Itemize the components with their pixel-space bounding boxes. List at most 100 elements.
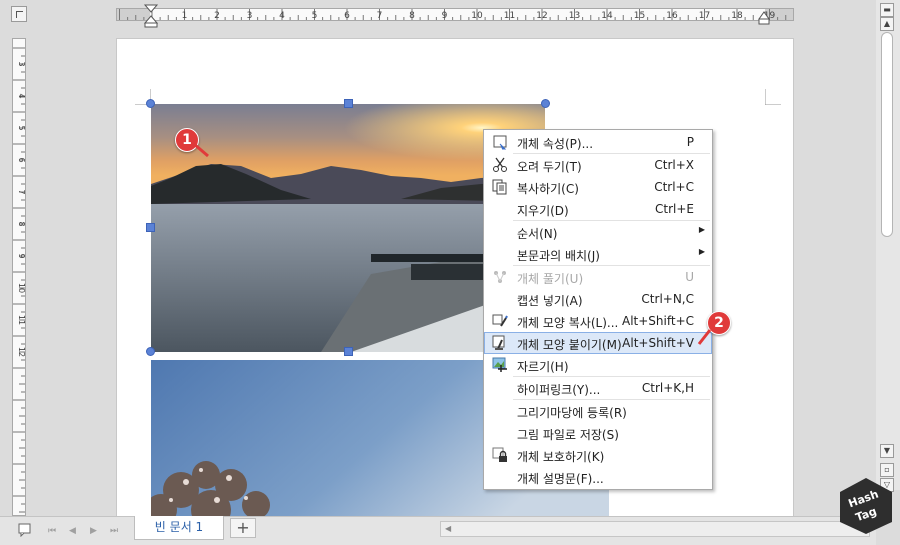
menu-item-protect[interactable]: 개체 보호하기(K)	[484, 444, 712, 466]
menu-item-cut[interactable]: 오려 두기(T) Ctrl+X	[484, 154, 712, 176]
menu-item-shortcut: Ctrl+K,H	[641, 381, 694, 395]
scroll-thumb[interactable]	[881, 32, 893, 237]
crop-icon	[492, 357, 507, 372]
ruler-corner-button[interactable]	[11, 6, 27, 22]
tab-document[interactable]: 빈 문서 1	[134, 516, 224, 540]
ruler-number: 8	[409, 11, 415, 20]
copy-format-icon	[492, 314, 508, 327]
menu-item-copy[interactable]: 복사하기(C) Ctrl+C	[484, 176, 712, 198]
ruler-number: 14	[601, 11, 613, 20]
prev-tab-icon[interactable]: ◀	[69, 526, 76, 536]
resize-handle-top[interactable]	[344, 99, 353, 108]
ruler-number: 11	[504, 11, 515, 20]
menu-item-caption[interactable]: 캡션 넣기(A) Ctrl+N,C	[484, 288, 712, 310]
ruler-number: 11	[17, 315, 25, 325]
menu-item-shortcut: U	[685, 270, 694, 284]
vertical-ruler[interactable]: 3 4 5 6 7 8 9 10 11 12	[12, 38, 26, 516]
scroll-left-icon[interactable]: ◀	[445, 524, 451, 533]
scroll-up-icon[interactable]: ▲	[880, 17, 894, 31]
menu-item-properties[interactable]: 개체 속성(P)... P	[484, 131, 712, 153]
menu-item-label: 개체 보호하기(K)	[517, 450, 605, 464]
ruler-number: 5	[17, 125, 25, 130]
menu-item-label: 지우기(D)	[517, 204, 569, 218]
ruler-number: 5	[312, 11, 318, 20]
menu-item-delete[interactable]: 지우기(D) Ctrl+E	[484, 198, 712, 220]
menu-item-register-drawing[interactable]: 그리기마당에 등록(R)	[484, 400, 712, 422]
horizontal-scrollbar[interactable]: ◀	[440, 521, 870, 537]
menu-item-label: 하이퍼링크(Y)...	[517, 383, 601, 397]
context-menu: 개체 속성(P)... P 오려 두기(T) Ctrl+X 복사하기(C) Ct…	[483, 129, 713, 490]
menu-item-shortcut: Ctrl+C	[654, 180, 694, 194]
vertical-scrollbar[interactable]: ▬ ▲ ▼ ▫ ▽	[876, 0, 900, 492]
menu-item-shortcut: Ctrl+X	[654, 158, 694, 172]
ruler-number: 12	[17, 347, 25, 357]
scissors-icon	[493, 157, 507, 172]
paste-format-icon	[492, 335, 505, 350]
crop-mark-top-right	[765, 89, 781, 105]
menu-item-shortcut: P	[686, 135, 694, 149]
scroll-down-icon[interactable]: ▼	[880, 444, 894, 458]
menu-item-label: 자르기(H)	[517, 360, 569, 374]
ruler-number: 15	[634, 11, 645, 20]
menu-item-label: 개체 모양 붙이기(M)	[517, 338, 622, 352]
menu-item-paste-format[interactable]: 개체 모양 붙이기(M) Alt+Shift+V	[484, 332, 712, 354]
resize-handle-bottom[interactable]	[344, 347, 353, 356]
ruler-number: 7	[377, 11, 383, 20]
ruler-number: 9	[17, 253, 25, 258]
menu-item-copy-format[interactable]: 개체 모양 복사(L)... Alt+Shift+C	[484, 310, 712, 332]
ruler-number: 3	[247, 11, 253, 20]
ruler-number: 4	[279, 11, 285, 20]
menu-item-label: 개체 모양 복사(L)...	[517, 316, 619, 330]
ruler-number: 8	[17, 221, 25, 226]
resize-handle-bottom-left[interactable]	[146, 347, 155, 356]
copy-icon	[492, 179, 507, 195]
submenu-arrow-icon: ▶	[698, 247, 705, 256]
menu-item-hyperlink[interactable]: 하이퍼링크(Y)... Ctrl+K,H	[484, 377, 712, 399]
menu-item-order[interactable]: 순서(N) ▶	[484, 221, 712, 243]
ruler-number: 6	[17, 157, 25, 162]
menu-item-label: 그림 파일로 저장(S)	[517, 428, 619, 442]
lock-icon	[492, 447, 507, 462]
right-indent-marker[interactable]	[758, 8, 770, 28]
last-tab-icon[interactable]: ⏭	[110, 526, 118, 536]
menu-item-label: 개체 속성(P)...	[517, 137, 594, 151]
badge-pointer	[193, 142, 209, 158]
next-tab-icon[interactable]: ▶	[90, 526, 97, 536]
menu-item-shortcut: Alt+Shift+C	[621, 314, 694, 328]
menu-item-label: 개체 풀기(U)	[517, 272, 584, 286]
horizontal-ruler[interactable]: 1 2 3 4 5 6 7 8 9 10 11 12 13 14 15 16 17 18 19	[116, 8, 794, 21]
menu-item-text-wrap[interactable]: 본문과의 배치(J) ▶	[484, 243, 712, 265]
ruler-number: 2	[214, 11, 220, 20]
page-layout-icon[interactable]	[18, 523, 32, 537]
menu-item-label: 순서(N)	[517, 227, 558, 241]
page-view-icon[interactable]: ▫	[880, 463, 894, 477]
ruler-number: 18	[731, 11, 743, 20]
ruler-number: 10	[17, 283, 25, 293]
menu-item-crop[interactable]: 자르기(H)	[484, 354, 712, 376]
badge-pointer	[697, 329, 712, 345]
resize-handle-top-left[interactable]	[146, 99, 155, 108]
scroll-top-button[interactable]: ▬	[880, 3, 894, 17]
indent-marker[interactable]	[143, 4, 159, 28]
menu-item-shortcut: Alt+Shift+V	[622, 336, 694, 350]
add-tab-button[interactable]: +	[230, 518, 256, 538]
ruler-number: 9	[442, 11, 448, 20]
resize-handle-left[interactable]	[146, 223, 155, 232]
menu-item-label: 오려 두기(T)	[517, 160, 582, 174]
menu-item-label: 복사하기(C)	[517, 182, 579, 196]
menu-item-label: 본문과의 배치(J)	[517, 249, 600, 263]
first-tab-icon[interactable]: ⏮	[48, 526, 56, 536]
ruler-number: 17	[699, 11, 710, 20]
ruler-number: 7	[17, 189, 25, 194]
menu-item-ungroup: 개체 풀기(U) U	[484, 266, 712, 288]
ungroup-icon	[494, 271, 506, 283]
ruler-number: 6	[344, 11, 350, 20]
ruler-number: 10	[471, 11, 483, 20]
hashtag-logo: Hash Tag	[840, 478, 892, 534]
ruler-number: 16	[666, 11, 678, 20]
menu-item-save-image[interactable]: 그림 파일로 저장(S)	[484, 422, 712, 444]
menu-item-description[interactable]: 개체 설명문(F)...	[484, 466, 712, 488]
resize-handle-top-right[interactable]	[541, 99, 550, 108]
properties-icon	[493, 135, 507, 150]
ruler-number: 13	[569, 11, 580, 20]
